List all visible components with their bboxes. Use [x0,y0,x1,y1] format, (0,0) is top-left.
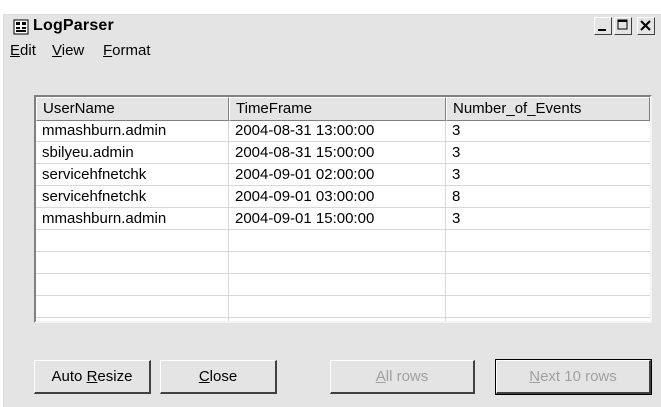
menu-edit-label: dit [20,42,36,59]
table-cell: 2004-09-01 02:00:00 [235,166,375,183]
table-cell: 2004-09-01 15:00:00 [235,210,375,227]
table-cell [229,231,446,251]
button-mnemonic: A [375,367,386,385]
table-row[interactable]: servicehfnetchk 2004-09-01 03:00:00 8 [36,187,650,208]
table-cell [36,275,229,295]
table-cell: sbilyeu.admin [42,144,134,161]
table-row[interactable]: mmashburn.admin 2004-08-31 13:00:00 3 [36,121,650,142]
column-divider [445,121,446,321]
menu-view[interactable]: View [52,42,84,59]
table-cell: servicehfnetchk [42,166,147,183]
button-label: ll rows [385,367,429,385]
column-divider [228,121,229,321]
button-mnemonic: C [198,367,210,385]
menu-format-label: ormat [112,42,151,59]
table-cell: 3 [452,210,461,227]
table-cell: 2004-08-31 13:00:00 [235,122,375,139]
table-cell [446,253,650,273]
button-label: Auto [51,367,87,385]
menu-format[interactable]: Format [103,42,151,59]
column-header-timeframe[interactable]: TimeFrame [229,97,446,121]
button-label: ext 10 rows [540,367,617,385]
button-label: esize [97,367,133,385]
minimize-button[interactable] [594,17,612,35]
table-row[interactable]: servicehfnetchk 2004-09-01 02:00:00 3 [36,165,650,186]
table-cell [229,297,446,317]
table-cell: 2004-08-31 15:00:00 [235,144,375,161]
table-cell [446,231,650,251]
logparser-window: LogParser Edit View Format UserName Time… [3,14,661,407]
table-cell [36,231,229,251]
maximize-button[interactable] [614,17,632,35]
table-row[interactable]: mmashburn.admin 2004-09-01 15:00:00 3 [36,209,650,230]
button-mnemonic: N [529,367,541,385]
menu-format-mnemonic: F [103,42,113,59]
maximize-icon [617,19,628,30]
column-header-username[interactable]: UserName [36,97,229,121]
results-grid[interactable]: UserName TimeFrame Number_of_Events mmas… [34,95,652,323]
menu-edit-mnemonic: E [10,42,21,59]
button-label: lose [209,367,238,385]
table-cell [446,297,650,317]
menu-view-mnemonic: V [52,42,62,59]
close-button[interactable]: Close [160,360,277,394]
table-cell [446,275,650,295]
close-icon [640,20,651,31]
table-row[interactable]: sbilyeu.admin 2004-08-31 15:00:00 3 [36,143,650,164]
table-row[interactable] [36,253,650,274]
auto-resize-button[interactable]: Auto Resize [34,360,151,394]
table-row[interactable] [36,297,650,318]
table-row[interactable] [36,231,650,252]
title-bar[interactable]: LogParser [4,15,661,39]
logparser-app-icon [13,19,29,35]
table-cell: 3 [452,166,461,183]
all-rows-button[interactable]: All rows [330,360,475,394]
table-cell: 3 [452,144,461,161]
column-header-number-of-events[interactable]: Number_of_Events [446,97,650,121]
table-cell: 8 [452,188,461,205]
minimize-icon [598,29,606,31]
table-cell [36,297,229,317]
table-cell: mmashburn.admin [42,210,167,227]
menu-edit[interactable]: Edit [10,42,36,59]
next-10-rows-button[interactable]: Next 10 rows [495,359,652,395]
table-cell: mmashburn.admin [42,122,167,139]
table-cell: 2004-09-01 03:00:00 [235,188,375,205]
table-cell [229,253,446,273]
button-mnemonic: R [86,367,98,385]
table-cell: 3 [452,122,461,139]
table-row[interactable] [36,275,650,296]
close-window-button[interactable] [637,17,655,35]
menu-bar: Edit View Format [4,39,661,63]
menu-view-label: iew [61,42,85,59]
table-cell [229,275,446,295]
table-cell: servicehfnetchk [42,188,147,205]
window-title: LogParser [33,17,114,34]
table-cell [36,253,229,273]
